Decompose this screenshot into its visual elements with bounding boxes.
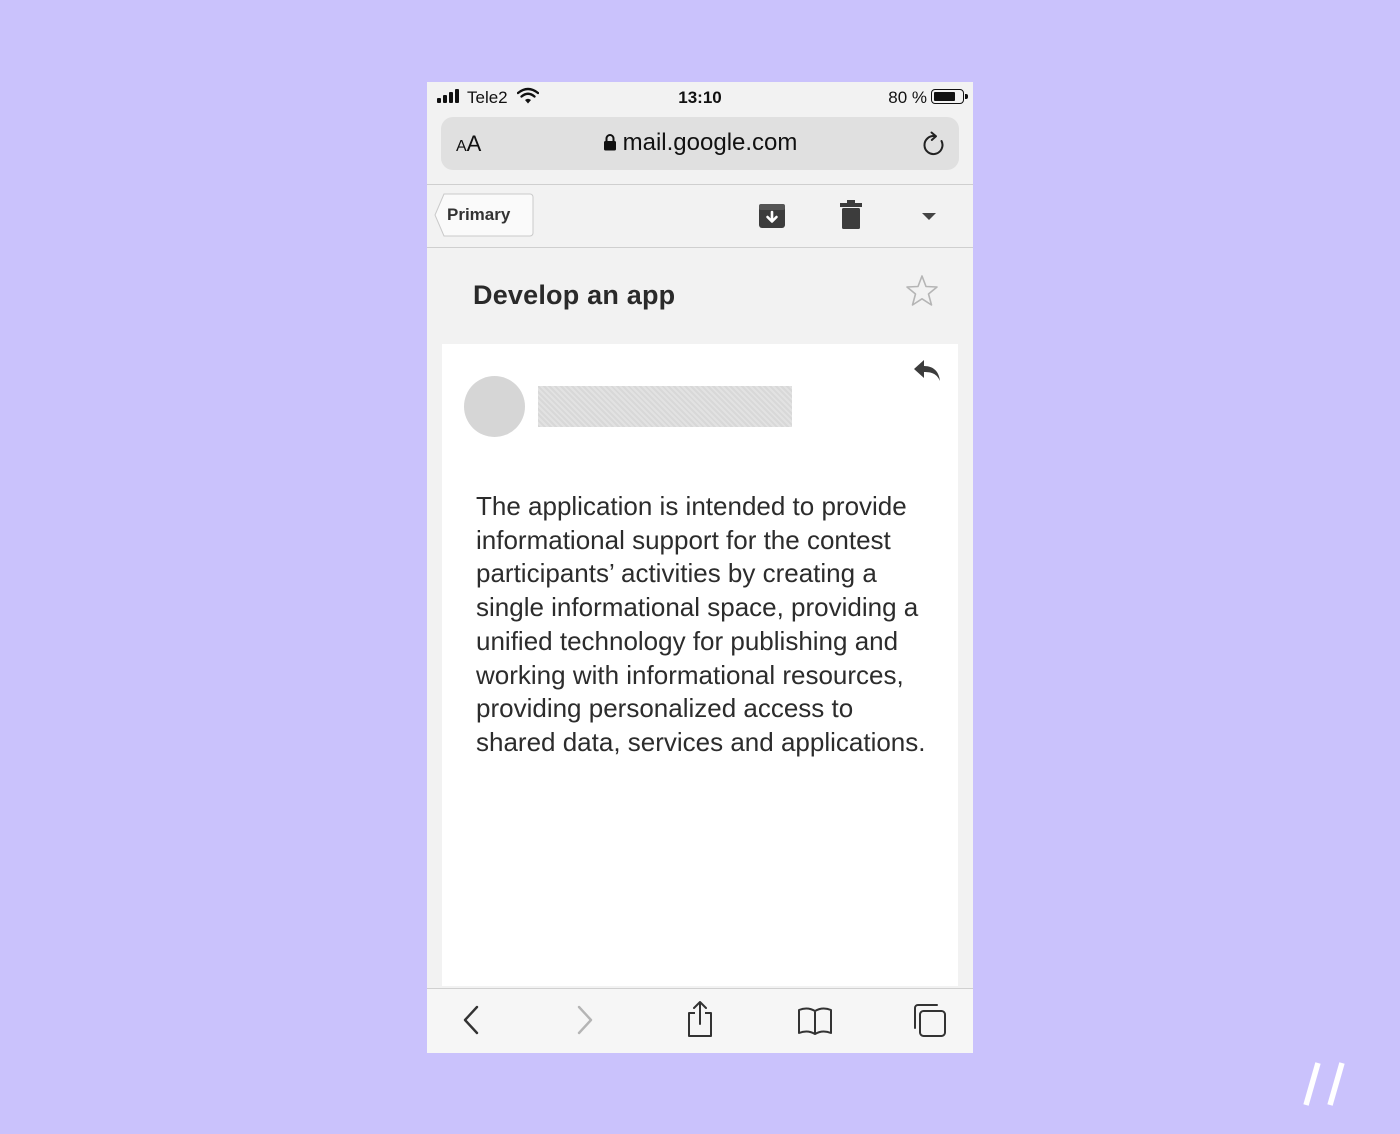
battery-percent: 80 % (888, 88, 927, 107)
battery-icon (931, 89, 968, 104)
primary-label: Primary (447, 205, 511, 224)
forward-arrow-icon[interactable] (575, 1004, 595, 1036)
reload-icon[interactable] (921, 130, 947, 158)
share-icon[interactable] (685, 1000, 715, 1038)
url-display[interactable]: mail.google.com (441, 129, 959, 157)
chevron-down-icon[interactable] (921, 212, 937, 222)
star-icon[interactable] (905, 274, 939, 308)
status-bar: Tele2 13:10 80 % (427, 82, 973, 112)
trash-icon[interactable] (838, 200, 864, 230)
sender-name-redacted (538, 386, 792, 427)
back-arrow-icon[interactable] (461, 1004, 481, 1036)
brand-logo (1303, 1062, 1345, 1106)
url-text: mail.google.com (622, 129, 798, 156)
avatar (464, 376, 525, 437)
address-bar[interactable]: AA mail.google.com (441, 117, 959, 170)
lock-icon (603, 134, 616, 151)
message-toolbar: Primary (427, 185, 973, 247)
tabs-icon[interactable] (911, 1002, 947, 1038)
divider (427, 247, 973, 248)
phone-screen: Tele2 13:10 80 % AA mail.google.com Prim… (427, 82, 973, 1053)
bookmarks-icon[interactable] (797, 1006, 833, 1036)
archive-icon[interactable] (757, 201, 787, 231)
email-body: The application is intended to provide i… (476, 491, 926, 757)
email-subject: Develop an app (473, 280, 676, 310)
browser-bottom-bar (427, 988, 973, 1053)
reply-icon[interactable] (912, 358, 942, 384)
message-card: The application is intended to provide i… (442, 344, 958, 986)
